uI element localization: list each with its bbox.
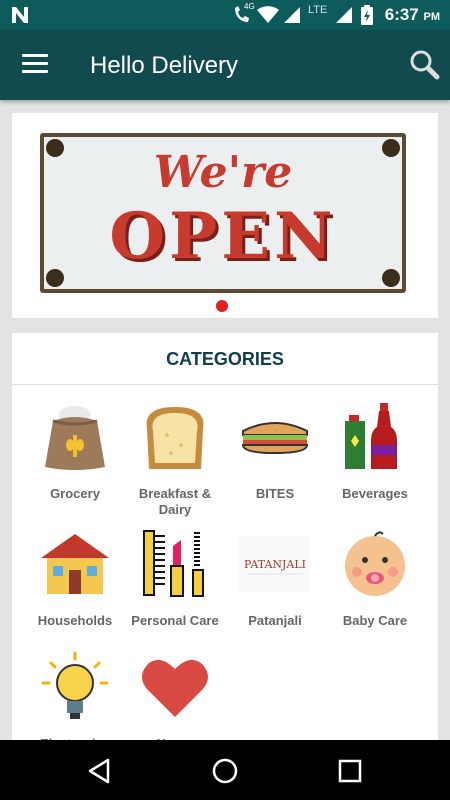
hamburger-menu-icon[interactable] <box>22 54 48 74</box>
patanjali-logo-icon: PATANJALI <box>239 536 311 592</box>
network-lte-label: LTE <box>308 4 328 16</box>
carousel-indicator[interactable] <box>216 300 228 312</box>
category-label: Grocery <box>50 486 100 501</box>
category-yours[interactable]: Yours <box>125 651 225 752</box>
comb-lipstick-icon <box>143 530 204 597</box>
category-beverages[interactable]: Beverages <box>325 401 425 502</box>
signal-icon-2 <box>336 7 352 23</box>
search-icon[interactable] <box>408 48 440 80</box>
bread-icon <box>146 407 204 469</box>
categories-card: CATEGORIES Grocery Breakfast & Dairy BIT… <box>12 333 438 751</box>
back-icon[interactable] <box>86 757 114 785</box>
categories-heading: CATEGORIES <box>12 333 438 385</box>
grocery-sack-icon <box>45 406 105 470</box>
category-bites[interactable]: BITES <box>225 401 325 502</box>
category-households[interactable]: Households <box>25 528 125 629</box>
bottles-icon <box>345 403 397 469</box>
clock-time: 6:37 <box>384 5 419 24</box>
signal-icon <box>284 7 300 23</box>
banner-line2: OPEN <box>109 199 337 274</box>
wifi-icon <box>257 6 279 23</box>
battery-icon <box>361 5 373 25</box>
category-patanjali[interactable]: PATANJALI Patanjali <box>225 528 325 629</box>
banner-line1: We're <box>153 147 293 198</box>
open-sign-image: We're OPEN <box>40 133 406 293</box>
category-baby-care[interactable]: Baby Care <box>325 528 425 629</box>
recents-icon[interactable] <box>336 757 364 785</box>
house-icon <box>41 534 109 594</box>
category-grocery[interactable]: Grocery <box>25 401 125 502</box>
notification-n-icon <box>12 7 28 23</box>
heart-icon <box>142 659 208 717</box>
category-label: Patanjali <box>248 613 302 628</box>
clock-ampm: PM <box>423 11 441 23</box>
category-label: BITES <box>255 486 295 501</box>
status-bar: 4G LTE 6:37 PM <box>0 0 450 30</box>
network-4g-label: 4G <box>244 2 255 11</box>
category-label: Beverages <box>342 486 408 501</box>
sandwich-icon <box>241 422 309 455</box>
home-icon[interactable] <box>211 757 239 785</box>
clock: 6:37 PM <box>385 5 440 25</box>
promo-banner[interactable]: We're OPEN <box>12 113 438 318</box>
category-personal-care[interactable]: Personal Care <box>125 528 225 629</box>
system-navigation-bar <box>0 740 450 800</box>
svg-text:PATANJALI: PATANJALI <box>244 558 306 571</box>
baby-face-icon <box>345 531 405 596</box>
category-label: Baby Care <box>342 613 408 628</box>
category-label: Breakfast & Dairy <box>138 486 212 517</box>
lightbulb-icon <box>41 651 109 719</box>
app-title: Hello Delivery <box>90 52 239 79</box>
category-label: Households <box>37 613 113 628</box>
app-bar: Hello Delivery <box>0 30 450 100</box>
category-breakfast-dairy[interactable]: Breakfast & Dairy <box>125 401 225 518</box>
category-electronics[interactable]: Electronics <box>25 651 125 752</box>
category-label: Personal Care <box>131 613 219 628</box>
